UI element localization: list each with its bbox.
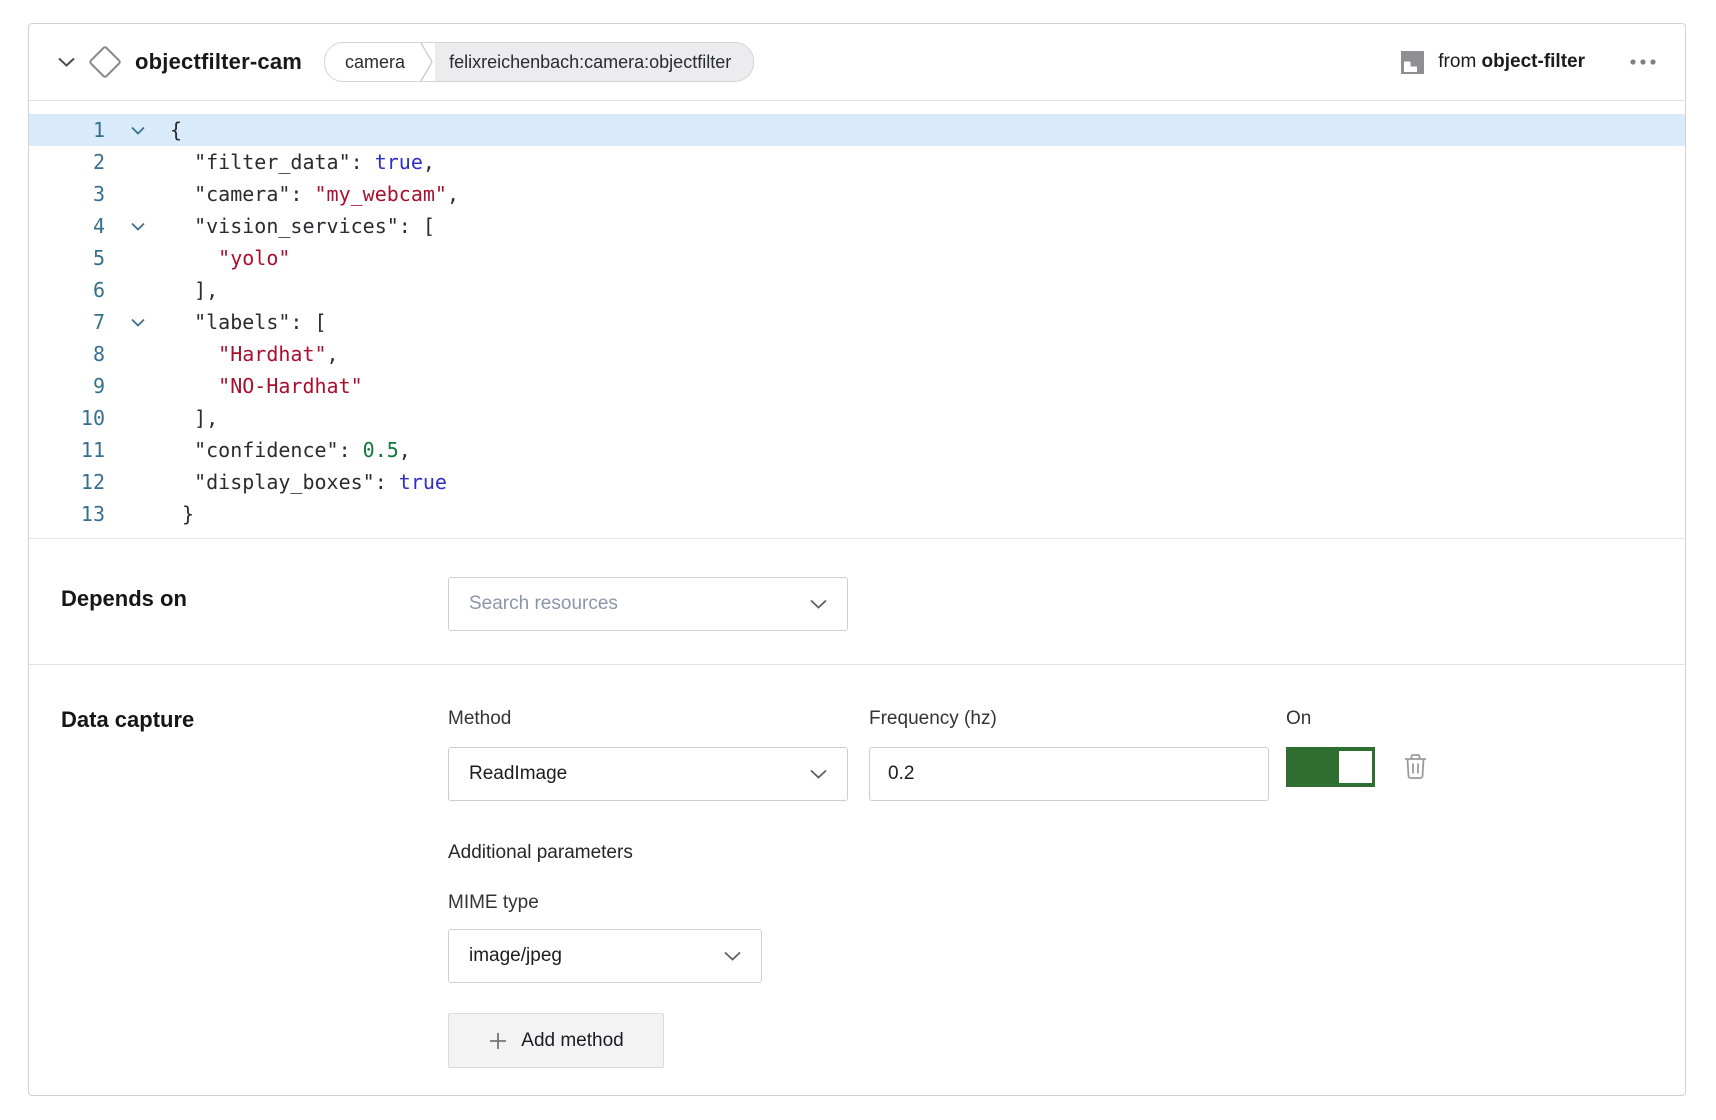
fold-spacer	[105, 338, 170, 370]
line-number: 12	[29, 466, 105, 498]
code-content: "display_boxes": true	[170, 466, 447, 498]
code-line[interactable]: 2 "filter_data": true,	[29, 146, 1685, 178]
more-options-icon[interactable]	[1627, 52, 1659, 72]
fold-spacer	[105, 242, 170, 274]
fold-spacer	[105, 178, 170, 210]
fold-spacer	[105, 274, 170, 306]
fold-spacer	[105, 466, 170, 498]
code-content: "filter_data": true,	[170, 146, 435, 178]
fold-spacer	[105, 146, 170, 178]
method-select[interactable]: ReadImage	[448, 747, 848, 801]
code-content: "labels": [	[170, 306, 327, 338]
toggle-knob	[1339, 751, 1372, 783]
frequency-label: Frequency (hz)	[869, 707, 1269, 731]
depends-on-title: Depends on	[61, 577, 448, 664]
code-content: "yolo"	[170, 242, 290, 274]
data-capture-section: Data capture Method ReadImage Frequency …	[29, 664, 1685, 1096]
capture-on-toggle[interactable]	[1286, 747, 1375, 787]
search-resources-placeholder: Search resources	[469, 593, 810, 615]
fold-spacer	[105, 434, 170, 466]
line-number: 7	[29, 306, 105, 338]
fold-chevron-icon[interactable]	[105, 210, 170, 242]
module-name: object-filter	[1482, 51, 1585, 72]
collapse-chevron-icon[interactable]	[55, 51, 77, 73]
code-line[interactable]: 12 "display_boxes": true	[29, 466, 1685, 498]
data-capture-title: Data capture	[61, 707, 448, 1096]
code-content: "NO-Hardhat"	[170, 370, 363, 402]
line-number: 1	[29, 114, 105, 146]
line-number: 13	[29, 498, 105, 530]
mime-type-value: image/jpeg	[469, 945, 724, 967]
line-number: 2	[29, 146, 105, 178]
line-number: 8	[29, 338, 105, 370]
code-line[interactable]: 8 "Hardhat",	[29, 338, 1685, 370]
code-content: ],	[170, 274, 218, 306]
resource-header: objectfilter-cam camera felixreichenbach…	[29, 24, 1685, 101]
method-label: Method	[448, 707, 848, 731]
chevron-down-icon	[724, 951, 741, 961]
method-value: ReadImage	[469, 763, 810, 785]
frequency-input[interactable]	[869, 747, 1269, 801]
code-line[interactable]: 1{	[29, 114, 1685, 146]
code-line[interactable]: 6 ],	[29, 274, 1685, 306]
additional-parameters-label: Additional parameters	[448, 841, 1428, 865]
resource-config-card: objectfilter-cam camera felixreichenbach…	[28, 23, 1686, 1096]
line-number: 9	[29, 370, 105, 402]
code-content: ],	[170, 402, 218, 434]
code-content: "vision_services": [	[170, 210, 435, 242]
delete-method-icon[interactable]	[1403, 753, 1428, 781]
fold-spacer	[105, 498, 170, 530]
code-content: {	[170, 114, 182, 146]
mime-type-label: MIME type	[448, 891, 1428, 915]
code-content: }	[170, 498, 194, 530]
code-line[interactable]: 11 "confidence": 0.5,	[29, 434, 1685, 466]
api-badge: camera	[325, 43, 419, 81]
module-source-label: from object-filter	[1438, 51, 1585, 73]
data-capture-content: Method ReadImage Frequency (hz) On	[448, 707, 1428, 1096]
code-content: "confidence": 0.5,	[170, 434, 411, 466]
component-diamond-icon	[88, 45, 122, 79]
chevron-down-icon	[810, 599, 827, 609]
line-number: 5	[29, 242, 105, 274]
mime-type-select[interactable]: image/jpeg	[448, 929, 762, 983]
json-editor[interactable]: 1{2 "filter_data": true,3 "camera": "my_…	[29, 101, 1685, 538]
code-line[interactable]: 10 ],	[29, 402, 1685, 434]
fold-spacer	[105, 402, 170, 434]
line-number: 3	[29, 178, 105, 210]
plus-icon	[488, 1031, 508, 1051]
line-number: 4	[29, 210, 105, 242]
on-label: On	[1286, 707, 1375, 731]
code-line[interactable]: 3 "camera": "my_webcam",	[29, 178, 1685, 210]
badge-separator-icon	[419, 43, 435, 81]
chevron-down-icon	[810, 769, 827, 779]
fold-chevron-icon[interactable]	[105, 306, 170, 338]
code-line[interactable]: 5 "yolo"	[29, 242, 1685, 274]
model-badge: felixreichenbach:camera:objectfilter	[435, 43, 753, 81]
depends-on-section: Depends on Search resources	[29, 538, 1685, 664]
add-method-button[interactable]: Add method	[448, 1013, 664, 1068]
code-content: "camera": "my_webcam",	[170, 178, 459, 210]
module-icon	[1399, 49, 1426, 76]
code-line[interactable]: 4 "vision_services": [	[29, 210, 1685, 242]
resource-title: objectfilter-cam	[135, 49, 302, 75]
code-line[interactable]: 13 }	[29, 498, 1685, 530]
line-number: 10	[29, 402, 105, 434]
line-number: 6	[29, 274, 105, 306]
depends-on-search-select[interactable]: Search resources	[448, 577, 848, 631]
resource-type-badge: camera felixreichenbach:camera:objectfil…	[324, 42, 754, 82]
line-number: 11	[29, 434, 105, 466]
code-content: "Hardhat",	[170, 338, 339, 370]
code-line[interactable]: 7 "labels": [	[29, 306, 1685, 338]
fold-spacer	[105, 370, 170, 402]
add-method-label: Add method	[521, 1030, 623, 1052]
fold-chevron-icon[interactable]	[105, 114, 170, 146]
code-line[interactable]: 9 "NO-Hardhat"	[29, 370, 1685, 402]
header-right: from object-filter	[1399, 49, 1659, 76]
